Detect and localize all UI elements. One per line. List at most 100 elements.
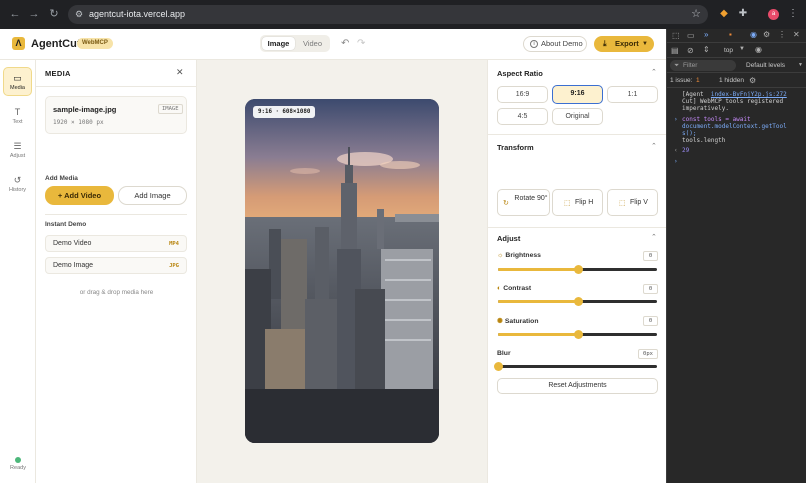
devtools-menu-icon[interactable]: ⋮ (778, 30, 786, 39)
more-tabs-icon[interactable]: » (704, 30, 708, 39)
redo-icon[interactable]: ↷ (357, 38, 365, 49)
eye-icon[interactable]: ◉ (755, 45, 762, 54)
about-demo-button[interactable]: i About Demo (523, 36, 587, 52)
add-image-button[interactable]: Add Image (118, 186, 187, 205)
transform-title: Transform (497, 143, 534, 152)
ratio-16-9-button[interactable]: 16:9 (497, 86, 548, 103)
contrast-value[interactable]: 0 (643, 284, 658, 294)
divider (488, 227, 667, 228)
demo-image-item[interactable]: Demo Image JPG (45, 257, 187, 274)
ratio-original-button[interactable]: Original (552, 108, 603, 125)
undo-icon[interactable]: ↶ (341, 38, 349, 49)
export-button[interactable]: ⤓ Export ▼ (594, 36, 654, 52)
chevron-up-icon[interactable]: ⌃ (651, 233, 657, 241)
divider (36, 86, 197, 87)
current-file-card[interactable]: sample-image.jpg IMAGE 1920 × 1080 px (45, 96, 187, 134)
address-bar[interactable]: ⚙ agentcut-iota.vercel.app ☆ (68, 5, 708, 24)
brightness-slider[interactable] (498, 265, 657, 274)
reload-icon[interactable]: ↻ (47, 7, 61, 21)
reset-adjustments-button[interactable]: Reset Adjustments (497, 378, 658, 394)
extension-icon[interactable]: ◆ (718, 8, 730, 20)
ratio-4-5-button[interactable]: 4:5 (497, 108, 548, 125)
back-icon[interactable]: ← (8, 7, 22, 21)
bookmark-star-icon[interactable]: ☆ (691, 7, 701, 20)
extension-icon[interactable]: ◉ (750, 30, 757, 39)
palette-icon: ✺ (497, 318, 503, 325)
close-devtools-icon[interactable]: ✕ (793, 30, 800, 39)
rail-item-label: History (8, 187, 27, 193)
blur-slider[interactable] (494, 362, 657, 371)
settings-gear-icon[interactable]: ⚙ (763, 30, 770, 39)
flip-v-button[interactable]: ⬚ Flip V (607, 189, 658, 216)
input-line: document.modelContext.getTool (682, 123, 787, 130)
add-video-button[interactable]: + Add Video (45, 186, 114, 205)
source-link[interactable]: index-BvFnjY2p.js:272 (711, 91, 787, 98)
status-text: Ready (10, 465, 26, 471)
rotate-icon: ↻ (503, 200, 509, 207)
issues-bar: 1 issue: 1 1 hidden ⚙ (667, 73, 806, 88)
profile-avatar[interactable]: a (768, 9, 779, 20)
browser-menu-icon[interactable]: ⋮ (787, 8, 799, 20)
status-dot (15, 457, 21, 463)
clear-console-icon[interactable]: ⊘ (687, 46, 694, 55)
input-prompt-icon: › (674, 116, 678, 123)
console-filter-input[interactable]: ⏷ Filter (670, 60, 736, 71)
rotate-button[interactable]: ↻ Rotate 90° (497, 189, 550, 216)
slider-handle[interactable] (494, 362, 503, 371)
agentcut-app: Λ AgentCut WebMCP Image Video ↶ ↷ i Abou… (0, 29, 667, 483)
image-preview[interactable]: 9:16 · 608×1080 (245, 99, 439, 443)
rail-item-media[interactable]: ▭ Media (3, 67, 32, 96)
device-toolbar-icon[interactable]: ▭ (687, 31, 695, 40)
issues-flag-icon[interactable]: ▪ (729, 30, 732, 39)
rail-item-adjust[interactable]: ☰ Adjust (3, 136, 32, 165)
live-expression-icon[interactable]: ⇕ (703, 45, 710, 54)
inspect-icon[interactable]: ⬚ (672, 31, 680, 40)
rail-item-label: Media (10, 85, 25, 91)
chevron-up-icon[interactable]: ⌃ (651, 68, 657, 76)
filter-placeholder: Filter (683, 62, 698, 69)
blur-value[interactable]: 0px (638, 349, 658, 359)
demo-name: Demo Image (53, 262, 94, 269)
contrast-slider[interactable] (498, 297, 657, 306)
close-icon[interactable]: ✕ (176, 67, 184, 78)
video-mode-tab[interactable]: Video (297, 37, 328, 50)
log-line: Cut] WebMCP tools registered (682, 98, 784, 105)
console-filter-bar: ⏷ Filter Default levels ▼ (667, 58, 806, 73)
rail-item-history[interactable]: ↺ History (3, 170, 32, 199)
log-levels-dropdown[interactable]: Default levels (746, 62, 785, 69)
tool-rail: ▭ Media T Text ☰ Adjust ↺ History Ready (0, 60, 36, 483)
text-icon: T (14, 107, 21, 117)
chevron-down-icon[interactable]: ▼ (798, 62, 803, 68)
issues-label[interactable]: 1 issue: (670, 77, 692, 84)
saturation-slider[interactable] (498, 330, 657, 339)
settings-gear-icon[interactable]: ⚙ (749, 76, 756, 85)
ratio-1-1-button[interactable]: 1:1 (607, 86, 658, 103)
filter-icon: ⏷ (674, 62, 680, 69)
add-video-label: Add Video (64, 191, 102, 200)
slider-handle[interactable] (573, 265, 583, 274)
ratio-9-16-button[interactable]: 9:16 (552, 85, 603, 104)
demo-video-item[interactable]: Demo Video MP4 (45, 235, 187, 252)
slider-fill (498, 268, 578, 271)
extensions-puzzle-icon[interactable]: ✚ (737, 8, 749, 20)
slider-handle[interactable] (573, 297, 583, 306)
devtools-panel: ⬚ ▭ » ▪ ◉ ⚙ ⋮ ✕ ▤ ⊘ ⇕ top ▼ ◉ ⏷ Filter D… (666, 29, 806, 483)
sun-icon: ☼ (497, 252, 504, 259)
rail-item-label: Adjust (9, 153, 26, 159)
sidebar-toggle-icon[interactable]: ▤ (671, 46, 679, 55)
issue-count[interactable]: 1 (696, 77, 700, 84)
brand-name: AgentCut (31, 38, 81, 50)
image-mode-tab[interactable]: Image (262, 37, 295, 50)
slider-handle[interactable] (573, 330, 583, 339)
flip-h-button[interactable]: ⬚ Flip H (552, 189, 603, 216)
chevron-up-icon[interactable]: ⌃ (651, 142, 657, 150)
chevron-down-icon[interactable]: ▼ (739, 46, 745, 52)
console-prompt-icon[interactable]: › (674, 158, 678, 165)
forward-icon[interactable]: → (27, 7, 41, 21)
brightness-value[interactable]: 0 (643, 251, 658, 261)
context-selector[interactable]: top (724, 47, 733, 54)
file-type-badge: IMAGE (158, 104, 183, 114)
rail-item-text[interactable]: T Text (3, 102, 32, 131)
site-info-icon[interactable]: ⚙ (75, 8, 87, 20)
saturation-value[interactable]: 0 (643, 316, 658, 326)
